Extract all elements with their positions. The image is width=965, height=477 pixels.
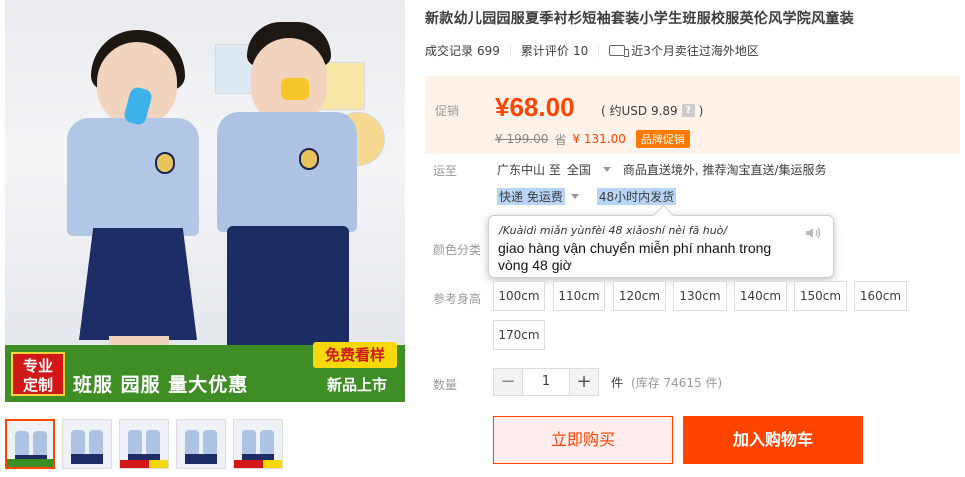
- size-option[interactable]: 100cm: [493, 281, 545, 311]
- usd-price: ( 约USD 9.89 ? ): [601, 102, 703, 119]
- decrease-button[interactable]: −: [493, 368, 523, 396]
- girl-shirt: [67, 118, 199, 236]
- shipping-detail-row: 快递 免运费 48小时内发货: [497, 188, 677, 205]
- size-option[interactable]: 130cm: [673, 281, 727, 311]
- new-listing-text: 新品上市: [327, 376, 388, 394]
- divider: [509, 44, 511, 57]
- help-icon[interactable]: ?: [681, 104, 695, 117]
- product-meta: 成交记录 699 累计评价 10 近3个月卖往过海外地区: [425, 42, 759, 59]
- product-page: 专业 定制 班服 园服 量大优惠 免费看样 新品上市 新款幼儿园园服夏季衬杉短袖…: [0, 0, 965, 477]
- size-option[interactable]: 170cm: [493, 320, 545, 350]
- boy-shorts: [227, 226, 349, 356]
- quantity-stepper: − 1 + 件 (库存 74615 件): [493, 368, 722, 396]
- quantity-input[interactable]: 1: [523, 368, 569, 396]
- chevron-down-icon[interactable]: [602, 167, 611, 172]
- size-label: 参考身高: [433, 292, 482, 306]
- thumbnail[interactable]: [62, 419, 112, 469]
- usd-text: ( 约USD 9.89: [601, 104, 678, 118]
- original-price: ¥ 199.00: [495, 132, 549, 146]
- ship-service: 商品直送境外, 推荐淘宝直送/集运服务: [622, 163, 827, 177]
- overseas-text: 近3个月卖往过海外地区: [631, 44, 759, 58]
- stock-count: (库存 74615 件): [631, 375, 723, 390]
- speaker-icon[interactable]: [805, 226, 823, 240]
- ship-to-label: 运至: [433, 164, 458, 178]
- thumbnail[interactable]: [176, 419, 226, 469]
- brand-promo-badge: 品牌促销: [635, 130, 690, 148]
- free-sample-badge: 免费看样: [313, 342, 397, 368]
- usd-close: ): [698, 103, 704, 118]
- buy-now-button[interactable]: 立即购买: [493, 416, 673, 464]
- size-option[interactable]: 110cm: [553, 281, 605, 311]
- product-title: 新款幼儿园园服夏季衬杉短袖套装小学生班服校服英伦风学院风童装: [425, 11, 854, 27]
- increase-button[interactable]: +: [569, 368, 599, 396]
- girl-skirt: [79, 228, 197, 340]
- size-option[interactable]: 120cm: [613, 281, 666, 311]
- school-badge: [155, 152, 175, 174]
- thumbnail[interactable]: [233, 419, 283, 469]
- size-option[interactable]: 160cm: [854, 281, 907, 311]
- shipping-row: 广东中山 至 全国 商品直送境外, 推荐淘宝直送/集运服务: [497, 161, 827, 178]
- quantity-unit: 件: [611, 375, 624, 390]
- reviews-label: 累计评价: [520, 44, 569, 58]
- school-badge: [299, 148, 319, 170]
- banner-text: 班服 园服 量大优惠: [73, 374, 249, 396]
- add-to-cart-button[interactable]: 加入购物车: [683, 416, 863, 464]
- ship-from: 广东中山 至: [497, 163, 561, 177]
- color-label: 颜色分类: [433, 243, 482, 257]
- quantity-label: 数量: [433, 378, 458, 392]
- translation-text: giao hàng vận chuyển miễn phí nhanh tron…: [498, 240, 772, 273]
- promo-label: 促销: [435, 104, 460, 118]
- translation-popup: /Kuàidì miǎn yùnfèi 48 xiǎoshí nèi fā hu…: [488, 215, 834, 278]
- current-price: ¥68.00: [495, 92, 575, 122]
- divider: [598, 44, 600, 57]
- truck-icon: [609, 45, 630, 57]
- chevron-down-icon[interactable]: [570, 194, 579, 199]
- price-box: 促销 ¥68.00 ( 约USD 9.89 ? ) ¥ 199.00 省 ¥ 1…: [425, 76, 960, 154]
- reviews-count[interactable]: 10: [573, 44, 588, 58]
- save-amount: ¥ 131.00: [572, 132, 626, 146]
- whistle-toy: [281, 78, 309, 100]
- sales-label: 成交记录: [425, 44, 474, 58]
- size-option[interactable]: 140cm: [734, 281, 787, 311]
- sales-count[interactable]: 699: [477, 44, 500, 58]
- thumbnail-strip: [5, 419, 283, 471]
- dispatch-time: 48小时内发货: [596, 188, 677, 205]
- size-option[interactable]: 150cm: [794, 281, 847, 311]
- original-price-row: ¥ 199.00 省 ¥ 131.00 品牌促销: [495, 130, 690, 148]
- boy-shirt: [217, 112, 357, 232]
- pinyin-text: /Kuàidì miǎn yùnfèi 48 xiǎoshí nèi fā hu…: [499, 224, 728, 237]
- custom-tag-text: 专业 定制: [22, 357, 53, 394]
- ship-destination[interactable]: 全国: [567, 161, 591, 178]
- main-product-image[interactable]: 专业 定制 班服 园服 量大优惠 免费看样 新品上市: [5, 0, 405, 402]
- save-label: 省: [554, 132, 567, 147]
- express-fee[interactable]: 快递 免运费: [497, 188, 565, 205]
- custom-tag: 专业 定制: [11, 352, 65, 396]
- thumbnail[interactable]: [5, 419, 55, 469]
- thumbnail[interactable]: [119, 419, 169, 469]
